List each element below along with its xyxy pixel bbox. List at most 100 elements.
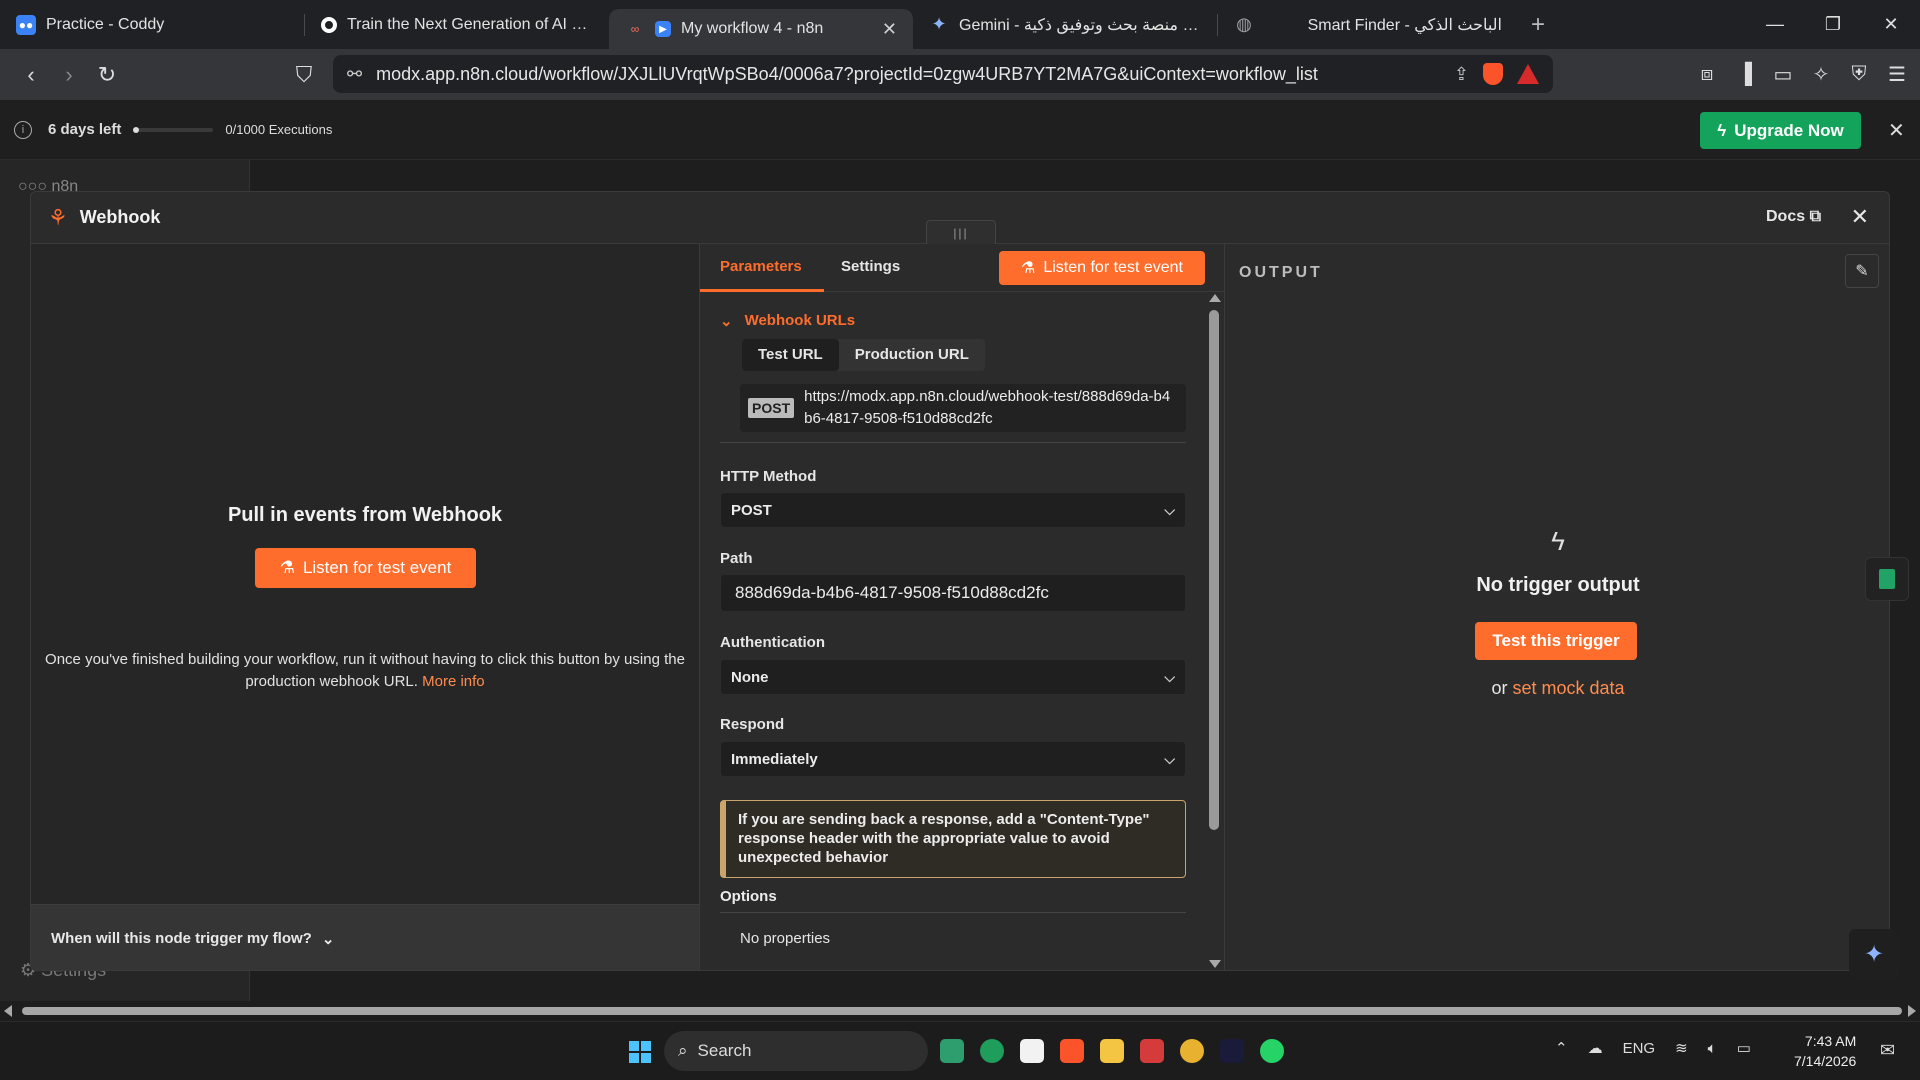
file-icon[interactable] — [1020, 1039, 1044, 1063]
external-link-icon: ⧉ — [1809, 208, 1821, 225]
parameters-pane: Parameters Settings ⚗ Listen for test ev… — [699, 244, 1225, 970]
pull-description: Once you've finished building your workf… — [43, 649, 687, 693]
webhook-urls-toggle[interactable]: ⌄ Webhook URLs — [720, 312, 855, 330]
scroll-left-icon[interactable] — [4, 1005, 12, 1017]
restore-icon[interactable]: ❐ — [1804, 0, 1862, 49]
bookmark-icon[interactable]: ⛉ — [285, 56, 323, 94]
sidebar-icon[interactable]: ▐ — [1732, 63, 1758, 86]
test-trigger-button[interactable]: Test this trigger — [1475, 622, 1637, 660]
path-input[interactable]: 888d69da-b4b6-4817-9508-f510d88cd2fc — [720, 574, 1186, 612]
forward-icon[interactable]: › — [50, 56, 88, 94]
chevron-down-icon: ⌵ — [1164, 750, 1175, 767]
close-tab-icon[interactable]: ✕ — [882, 19, 897, 40]
brave-rewards-icon[interactable] — [1517, 64, 1539, 84]
battery-icon[interactable]: ▭ — [1737, 1039, 1751, 1057]
params-scrollbar[interactable] — [1207, 294, 1221, 970]
trigger-info-toggle[interactable]: When will this node trigger my flow? ⌄ — [31, 904, 699, 970]
chrome-icon[interactable] — [1180, 1039, 1204, 1063]
pull-events-heading: Pull in events from Webhook — [227, 504, 503, 526]
set-mock-data-link[interactable]: set mock data — [1512, 678, 1624, 698]
back-icon[interactable]: ‹ — [12, 56, 50, 94]
wps-icon[interactable] — [1140, 1039, 1164, 1063]
listen-test-event-top-button[interactable]: ⚗ Listen for test event — [999, 251, 1205, 285]
ai-app-icon[interactable] — [1220, 1039, 1244, 1063]
language-indicator[interactable]: ENG — [1623, 1040, 1656, 1057]
scroll-thumb[interactable] — [1209, 310, 1219, 830]
scroll-up-icon[interactable] — [1209, 294, 1221, 302]
tab-parameters[interactable]: Parameters — [720, 258, 802, 275]
upgrade-now-button[interactable]: ϟ Upgrade Now — [1700, 112, 1861, 149]
divider — [720, 912, 1186, 913]
close-modal-icon[interactable]: ✕ — [1851, 204, 1869, 230]
globe-icon: ◍ — [1236, 14, 1252, 34]
chevron-up-icon[interactable]: ⌃ — [1555, 1039, 1568, 1057]
webhook-url-box[interactable]: POST https://modx.app.n8n.cloud/webhook-… — [740, 384, 1186, 432]
leo-ai-icon[interactable]: ✧ — [1808, 62, 1834, 87]
screenshot-icon[interactable]: ⧈ — [1694, 63, 1720, 86]
close-banner-icon[interactable]: ✕ — [1888, 118, 1905, 143]
ai-assistant-sparkle-icon[interactable]: ✦ — [1849, 929, 1899, 979]
search-label: Search — [697, 1041, 752, 1060]
volume-icon[interactable]: 🔈︎ — [1708, 1040, 1717, 1057]
browser-tab-smart-finder[interactable]: ◍ Smart Finder - الباحث الذكي — [1218, 0, 1518, 49]
more-info-link[interactable]: More info — [422, 673, 485, 690]
scroll-thumb[interactable] — [22, 1007, 1902, 1015]
system-tray: ⌃ ☁ ENG ≋ 🔈︎ ▭ — [1555, 1039, 1751, 1058]
flask-icon: ⚗ — [1021, 260, 1036, 277]
new-tab-icon[interactable]: + — [1518, 11, 1558, 39]
drag-handle[interactable]: ||| — [926, 220, 996, 246]
scroll-right-icon[interactable] — [1908, 1005, 1916, 1017]
file-explorer-icon[interactable] — [1100, 1039, 1124, 1063]
http-method-select[interactable]: POST ⌵ — [720, 492, 1186, 528]
wallet-icon[interactable]: ▭ — [1770, 62, 1796, 87]
docs-link[interactable]: Docs ⧉ — [1766, 208, 1821, 226]
reload-icon[interactable]: ↻ — [88, 56, 126, 94]
tab-title: Gemini - بناء منصة بحث وتوفيق ذكية — [959, 16, 1201, 34]
browser-tab-gemini[interactable]: ✦ Gemini - بناء منصة بحث وتوفيق ذكية — [913, 0, 1217, 49]
edit-output-button[interactable]: ✎ — [1845, 254, 1879, 288]
system-clock[interactable]: 7:43 AM 7/14/2026 — [1794, 1031, 1856, 1071]
minimize-icon[interactable]: — — [1746, 0, 1804, 49]
window-close-icon[interactable]: ✕ — [1862, 0, 1920, 49]
chevron-down-icon: ⌄ — [720, 313, 733, 330]
tab-settings[interactable]: Settings — [841, 258, 900, 275]
scroll-down-icon[interactable] — [1209, 960, 1221, 968]
chevron-down-icon: ⌵ — [1164, 501, 1175, 518]
authentication-select[interactable]: None ⌵ — [720, 659, 1186, 695]
play-icon: ▶ — [655, 21, 671, 37]
taskbar-apps — [940, 1039, 1284, 1063]
browser-tab-n8n[interactable]: ∞ ▶ My workflow 4 - n8n ✕ — [609, 9, 913, 49]
listen-label: Listen for test event — [1043, 259, 1183, 276]
page-horizontal-scrollbar[interactable] — [0, 1001, 1920, 1021]
brave-icon[interactable] — [1060, 1039, 1084, 1063]
search-icon: ⌕ — [678, 1041, 688, 1060]
whatsapp-icon[interactable] — [1260, 1039, 1284, 1063]
cloud-icon[interactable]: ☁ — [1588, 1039, 1603, 1057]
flask-icon: ⚗ — [279, 558, 295, 577]
production-url-tab[interactable]: Production URL — [839, 339, 985, 371]
app-icon[interactable] — [980, 1039, 1004, 1063]
circle-logo-icon — [321, 16, 337, 33]
taskbar-search[interactable]: ⌕ Search — [664, 1031, 928, 1071]
vpn-icon[interactable]: ⛨ — [1846, 63, 1872, 86]
respond-select[interactable]: Immediately ⌵ — [720, 741, 1186, 777]
browser-tab-train-ai[interactable]: Train the Next Generation of AI as a F — [305, 0, 609, 49]
test-url-tab[interactable]: Test URL — [742, 339, 839, 371]
wifi-icon[interactable]: ≋ — [1675, 1039, 1688, 1057]
webhook-urls-label: Webhook URLs — [744, 312, 856, 329]
url-field[interactable]: ⚯ modx.app.n8n.cloud/workflow/JXJLlUVrqt… — [333, 55, 1553, 93]
share-icon[interactable]: ⇪ — [1454, 64, 1469, 85]
brave-shield-icon[interactable] — [1483, 63, 1503, 85]
site-settings-icon[interactable]: ⚯ — [347, 64, 362, 85]
google-sheets-icon[interactable] — [1865, 557, 1909, 601]
listen-test-event-button[interactable]: ⚗ Listen for test event — [255, 548, 476, 588]
windows-start-icon[interactable] — [629, 1041, 651, 1063]
menu-icon[interactable]: ☰ — [1884, 62, 1910, 87]
content-type-notice: If you are sending back a response, add … — [720, 800, 1186, 878]
browser-tab-coddy[interactable]: ●● Practice - Coddy — [0, 0, 304, 49]
docs-label: Docs — [1765, 208, 1806, 225]
path-value: 888d69da-b4b6-4817-9508-f510d88cd2fc — [735, 583, 1049, 602]
authentication-label: Authentication — [720, 634, 825, 651]
widget-icon[interactable] — [940, 1039, 964, 1063]
notification-icon[interactable]: ✉ — [1880, 1040, 1895, 1061]
